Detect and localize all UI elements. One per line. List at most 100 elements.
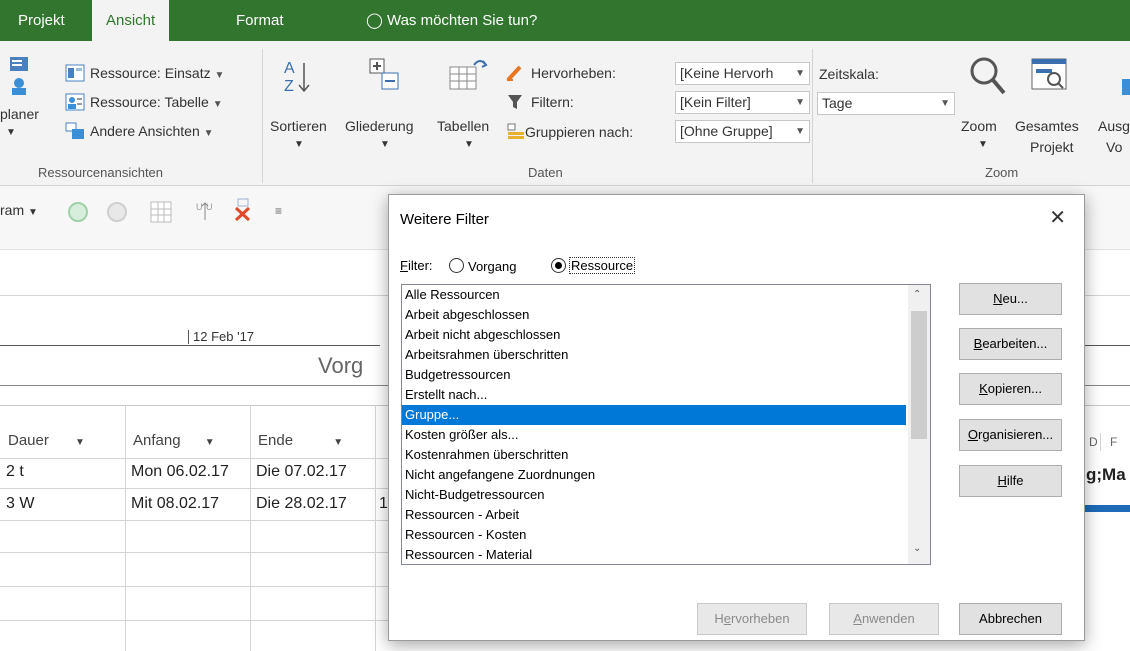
- filter-dropdown[interactable]: [Kein Filter] ▼: [675, 91, 810, 114]
- list-item[interactable]: Ressourcen - Kosten: [402, 525, 906, 545]
- more-filters-dialog: Weitere Filter ✕ Filter: Vorgang Ressour…: [388, 194, 1085, 641]
- chevron-down-icon[interactable]: ▼: [294, 139, 304, 150]
- cell-ende-row1[interactable]: Die 07.02.17: [256, 463, 347, 481]
- timescale-dropdown[interactable]: Tage ▼: [817, 92, 955, 115]
- list-item[interactable]: Arbeit nicht abgeschlossen: [402, 325, 906, 345]
- tab-projekt[interactable]: Projekt: [18, 0, 65, 41]
- timeline-bottom-line-right: [1085, 385, 1130, 386]
- zoom-icon[interactable]: [968, 55, 1008, 100]
- chevron-down-icon[interactable]: ⌄: [913, 543, 921, 554]
- filter-icon: [507, 93, 523, 114]
- resource-sheet-button[interactable]: Ressource: Tabelle ▼: [90, 94, 223, 110]
- move-updown-icon[interactable]: UU: [195, 200, 215, 225]
- group-by-label: Gruppieren nach:: [525, 124, 634, 140]
- list-item[interactable]: Nicht-Budgetressourcen: [402, 485, 906, 505]
- chevron-down-icon: ▼: [203, 128, 214, 139]
- list-item[interactable]: Ressourcen - Arbeit: [402, 505, 906, 525]
- list-item[interactable]: Arbeitsrahmen überschritten: [402, 345, 906, 365]
- cell-extra-row2[interactable]: 1: [379, 495, 388, 513]
- delete-x-icon[interactable]: [232, 198, 254, 225]
- list-item[interactable]: Arbeit abgeschlossen: [402, 305, 906, 325]
- overflow-menu-icon[interactable]: ≡: [275, 204, 282, 218]
- cell-anfang-row2[interactable]: Mit 08.02.17: [131, 495, 219, 513]
- list-scrollbar[interactable]: ⌃ ⌄: [908, 285, 930, 564]
- group-dropdown[interactable]: [Ohne Gruppe] ▼: [675, 120, 810, 143]
- tab-format[interactable]: Format: [236, 0, 284, 41]
- timeline-title: Vorg: [318, 353, 364, 378]
- highlight-dropdown[interactable]: [Keine Hervorh ▼: [675, 62, 810, 85]
- cell-dauer-row1[interactable]: 2 t: [6, 463, 24, 481]
- circle-gray-icon[interactable]: [107, 202, 127, 222]
- tables-icon[interactable]: [446, 55, 490, 98]
- list-item[interactable]: Kosten größer als...: [402, 425, 906, 445]
- cancel-button[interactable]: Abbrechen: [959, 603, 1062, 635]
- tab-ansicht[interactable]: Ansicht: [92, 0, 170, 43]
- close-icon[interactable]: ✕: [1049, 205, 1066, 230]
- filter-list[interactable]: Alle Ressourcen Arbeit abgeschlossen Arb…: [401, 284, 931, 565]
- chevron-up-icon[interactable]: ⌃: [913, 289, 921, 300]
- team-planner-icon[interactable]: [8, 55, 30, 97]
- cell-ende-row2[interactable]: Die 28.02.17: [256, 495, 347, 513]
- tables-button[interactable]: Tabellen: [437, 118, 489, 134]
- gantt-divider: [1100, 433, 1101, 451]
- highlight-button[interactable]: Hervorheben: [697, 603, 807, 635]
- radio-vorgang[interactable]: [449, 258, 464, 273]
- radio-vorgang-label[interactable]: Vorgang: [468, 259, 516, 274]
- resource-usage-button[interactable]: Ressource: Einsatz ▼: [90, 65, 224, 81]
- radio-ressource-label[interactable]: Ressource: [569, 257, 636, 274]
- selected-tasks-button[interactable]: Ausg: [1098, 118, 1130, 134]
- copy-button[interactable]: Kopieren...: [959, 373, 1062, 405]
- column-header-ende[interactable]: Ende ▼: [258, 432, 343, 449]
- timeline-line: [0, 345, 380, 346]
- list-item[interactable]: Alle Ressourcen: [402, 285, 906, 305]
- list-item[interactable]: Budgetressourcen: [402, 365, 906, 385]
- sort-button[interactable]: Sortieren: [270, 118, 327, 134]
- chevron-down-icon[interactable]: ▼: [380, 139, 390, 150]
- apply-button[interactable]: Anwenden: [829, 603, 939, 635]
- group-label-ressourcenansichten: Ressourcenansichten: [38, 165, 164, 180]
- list-item[interactable]: Erstellt nach...: [402, 385, 906, 405]
- entire-project-label-2: Projekt: [1030, 139, 1074, 155]
- radio-ressource[interactable]: [551, 258, 566, 273]
- outline-button[interactable]: Gliederung: [345, 118, 414, 134]
- zoom-button[interactable]: Zoom: [961, 118, 997, 134]
- list-item[interactable]: Kostenrahmen überschritten: [402, 445, 906, 465]
- edit-button[interactable]: Bearbeiten...: [959, 328, 1062, 360]
- grid-icon[interactable]: [150, 201, 172, 226]
- group-by-icon: [507, 123, 525, 142]
- circle-green-icon[interactable]: [68, 202, 88, 222]
- gantt-day-header-d: D: [1089, 435, 1098, 449]
- timescale-label: Zeitskala:: [819, 66, 879, 82]
- cell-anfang-row1[interactable]: Mon 06.02.17: [131, 463, 229, 481]
- sort-az-icon[interactable]: AZ: [282, 57, 312, 100]
- chevron-down-icon[interactable]: ▼: [464, 139, 474, 150]
- list-item[interactable]: Nicht angefangene Zuordnungen: [402, 465, 906, 485]
- list-item-selected[interactable]: Gruppe...: [402, 405, 906, 425]
- organize-button[interactable]: Organisieren...: [959, 419, 1062, 451]
- planer-label[interactable]: planer: [0, 106, 39, 122]
- chevron-down-icon[interactable]: ▼: [978, 139, 988, 150]
- help-button[interactable]: Hilfe: [959, 465, 1062, 497]
- other-views-button[interactable]: Andere Ansichten ▼: [90, 123, 214, 139]
- gantt-bar[interactable]: [1085, 505, 1130, 512]
- chevron-down-icon[interactable]: ▼: [6, 127, 16, 138]
- chevron-down-icon[interactable]: ▼: [205, 437, 215, 448]
- column-header-anfang[interactable]: Anfang ▼: [133, 432, 215, 449]
- scrollbar-thumb[interactable]: [911, 311, 927, 439]
- resource-sheet-label: Ressource: Tabelle: [90, 94, 209, 110]
- timeline-date-label: 12 Feb '17: [193, 329, 255, 344]
- entire-project-button[interactable]: Gesamtes: [1015, 118, 1079, 134]
- list-item[interactable]: Ressourcen - Material: [402, 545, 906, 564]
- entire-project-icon[interactable]: [1030, 57, 1070, 98]
- chevron-down-icon[interactable]: ▼: [75, 437, 85, 448]
- cell-dauer-row2[interactable]: 3 W: [6, 495, 34, 513]
- row-divider: [0, 458, 390, 459]
- timeline-line-right: [1085, 345, 1130, 346]
- column-header-dauer[interactable]: Dauer ▼: [8, 432, 85, 449]
- tell-me-box[interactable]: ◯ Was möchten Sie tun?: [366, 0, 537, 41]
- view-dropdown[interactable]: ram ▼: [0, 202, 38, 218]
- chevron-down-icon[interactable]: ▼: [333, 437, 343, 448]
- new-button[interactable]: Neu...: [959, 283, 1062, 315]
- outline-icon[interactable]: [368, 57, 402, 96]
- chevron-down-icon: ▼: [214, 70, 225, 81]
